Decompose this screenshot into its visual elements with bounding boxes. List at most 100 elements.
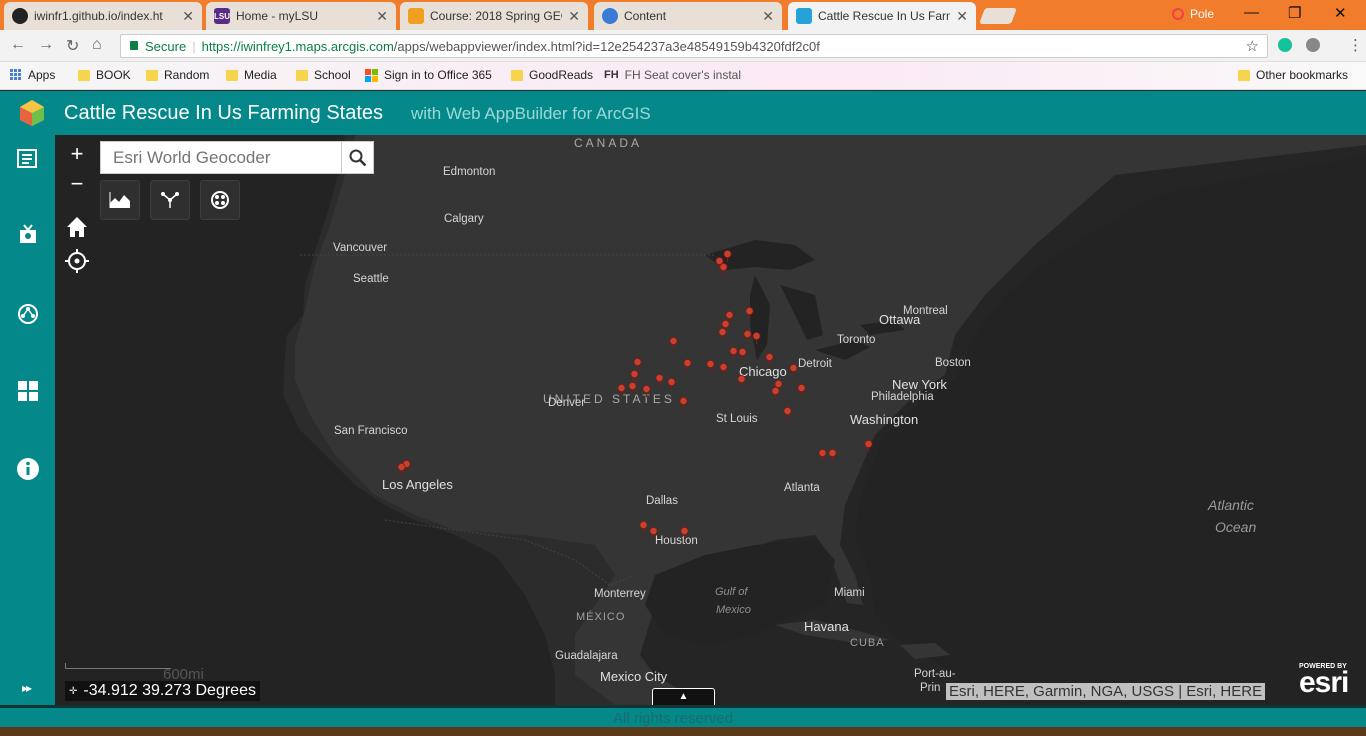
bookmark-other[interactable]: Other bookmarks <box>1238 68 1348 82</box>
cattle-rescue-point-icon[interactable] <box>680 527 689 539</box>
cattle-rescue-point-icon[interactable] <box>655 374 664 386</box>
map-label-gulf-of: Gulf of <box>715 586 748 598</box>
about-icon[interactable] <box>16 457 40 481</box>
close-tab-icon[interactable]: ✕ <box>182 8 194 25</box>
legend-icon[interactable] <box>16 222 40 246</box>
bookmark-label: Other bookmarks <box>1256 68 1349 82</box>
close-tab-icon[interactable]: ✕ <box>376 8 388 25</box>
close-tab-icon[interactable]: ✕ <box>762 8 774 25</box>
widget-sidebar: ▸▸ <box>0 135 55 705</box>
cattle-rescue-point-icon[interactable] <box>783 407 792 419</box>
browser-tab-github[interactable]: iwinfr1.github.io/index.ht ✕ <box>4 2 202 30</box>
zoom-out-button[interactable]: − <box>62 170 92 200</box>
reload-icon[interactable]: ↻ <box>66 36 79 56</box>
cattle-rescue-point-icon[interactable] <box>765 353 774 365</box>
cattle-rescue-point-icon[interactable] <box>818 449 827 461</box>
browser-tab-content[interactable]: Content ✕ <box>594 2 782 30</box>
close-window-icon[interactable]: ✕ <box>1334 4 1347 22</box>
coordinate-display[interactable]: ✛ -34.912 39.273 Degrees <box>65 681 260 701</box>
cattle-rescue-point-icon[interactable] <box>642 385 651 397</box>
bookmark-book[interactable]: BOOK <box>78 68 131 82</box>
map-label-montreal: Montreal <box>903 305 948 317</box>
map-label-washington: Washington <box>850 412 919 427</box>
close-tab-icon[interactable]: ✕ <box>568 8 580 25</box>
map-view[interactable]: CANADA UNITED STATES Edmonton Calgary Va… <box>55 135 1366 705</box>
close-tab-icon[interactable]: ✕ <box>956 8 968 25</box>
cattle-rescue-point-icon[interactable] <box>771 387 780 399</box>
forward-icon[interactable]: → <box>38 36 54 54</box>
browser-tab-cattle-rescue[interactable]: Cattle Rescue In Us Farm ✕ <box>788 2 976 30</box>
extension-icon[interactable] <box>1306 38 1320 52</box>
tab-title: Course: 2018 Spring GEO <box>430 9 563 23</box>
basemap-gallery-icon[interactable] <box>16 302 40 326</box>
search-input[interactable] <box>101 142 341 173</box>
cattle-rescue-point-icon[interactable] <box>667 378 676 390</box>
my-location-icon[interactable] <box>63 247 91 275</box>
cattle-rescue-point-icon[interactable] <box>679 397 688 409</box>
bookmark-office365[interactable]: Sign in to Office 365 <box>365 68 492 82</box>
cattle-rescue-point-icon[interactable] <box>752 332 761 344</box>
os-taskbar <box>0 727 1366 736</box>
cattle-rescue-point-icon[interactable] <box>864 440 873 452</box>
cattle-rescue-point-icon[interactable] <box>669 337 678 349</box>
bookmark-goodreads[interactable]: GoodReads <box>511 68 593 82</box>
back-icon[interactable]: ← <box>10 36 26 54</box>
cattle-rescue-point-icon[interactable] <box>639 521 648 533</box>
zoom-in-button[interactable]: + <box>62 140 92 170</box>
profile-button[interactable]: Pole <box>1172 7 1214 21</box>
cattle-rescue-point-icon[interactable] <box>617 384 626 396</box>
cattle-rescue-point-icon[interactable] <box>828 449 837 461</box>
cattle-rescue-point-icon[interactable] <box>397 463 406 475</box>
url-input[interactable]: Secure | https://iwinfrey1.maps.arcgis.c… <box>120 34 1268 58</box>
bookmark-star-icon[interactable]: ☆ <box>1246 37 1259 55</box>
cattle-rescue-point-icon[interactable] <box>633 358 642 370</box>
cattle-rescue-point-icon[interactable] <box>628 382 637 394</box>
browser-menu-icon[interactable]: ⋮ <box>1348 36 1363 54</box>
esri-logo[interactable]: POWERED BY esri <box>1299 663 1349 698</box>
map-label-edmonton: Edmonton <box>443 166 496 178</box>
expand-sidebar-icon[interactable]: ▸▸ <box>22 681 32 695</box>
layer-list-icon[interactable] <box>16 147 40 171</box>
app-header: Cattle Rescue In Us Farming States with … <box>0 91 1366 135</box>
elevation-profile-button[interactable] <box>100 180 140 220</box>
crosshair-icon[interactable]: ✛ <box>69 686 77 697</box>
maximize-icon[interactable]: ❐ <box>1288 4 1301 22</box>
github-icon <box>12 8 28 24</box>
attribute-table-toggle[interactable]: ▲ <box>652 688 715 705</box>
map-label-calgary: Calgary <box>444 213 484 225</box>
cattle-rescue-point-icon[interactable] <box>745 307 754 319</box>
bookmark-random[interactable]: Random <box>146 68 209 82</box>
new-tab-button[interactable] <box>979 8 1017 24</box>
home-extent-icon[interactable] <box>63 213 91 241</box>
minimize-icon[interactable]: — <box>1244 4 1259 21</box>
cattle-rescue-point-icon[interactable] <box>649 527 658 539</box>
cattle-rescue-point-icon[interactable] <box>743 330 752 342</box>
cattle-rescue-point-icon[interactable] <box>797 384 806 396</box>
bookmark-school[interactable]: School <box>296 68 351 82</box>
search-button[interactable] <box>341 142 373 173</box>
grammarly-icon[interactable] <box>1278 38 1292 52</box>
bookmark-fh-seat-cover[interactable]: FH FH Seat cover's instal <box>604 68 741 82</box>
geocoder-search <box>100 141 374 174</box>
analysis-button[interactable] <box>200 180 240 220</box>
cattle-rescue-point-icon[interactable] <box>719 363 728 375</box>
bookmark-label: BOOK <box>96 68 131 82</box>
cattle-rescue-point-icon[interactable] <box>723 250 732 262</box>
home-page-icon[interactable]: ⌂ <box>92 36 102 54</box>
bookmark-media[interactable]: Media <box>226 68 277 82</box>
cattle-rescue-point-icon[interactable] <box>729 347 738 359</box>
browser-tab-course[interactable]: Course: 2018 Spring GEO ✕ <box>400 2 588 30</box>
cattle-rescue-point-icon[interactable] <box>789 364 798 376</box>
cattle-rescue-point-icon[interactable] <box>737 375 746 387</box>
cattle-rescue-point-icon[interactable] <box>718 328 727 340</box>
cattle-rescue-point-icon[interactable] <box>738 348 747 360</box>
folder-icon <box>146 69 158 81</box>
cattle-rescue-point-icon[interactable] <box>683 359 692 371</box>
bookmark-apps[interactable]: Apps <box>10 68 55 82</box>
cattle-rescue-point-icon[interactable] <box>706 360 715 372</box>
browser-tab-mylsu[interactable]: LSU Home - myLSU ✕ <box>206 2 396 30</box>
directions-button[interactable] <box>150 180 190 220</box>
cattle-rescue-point-icon[interactable] <box>630 370 639 382</box>
widgets-icon[interactable] <box>16 379 40 403</box>
cattle-rescue-point-icon[interactable] <box>719 263 728 275</box>
